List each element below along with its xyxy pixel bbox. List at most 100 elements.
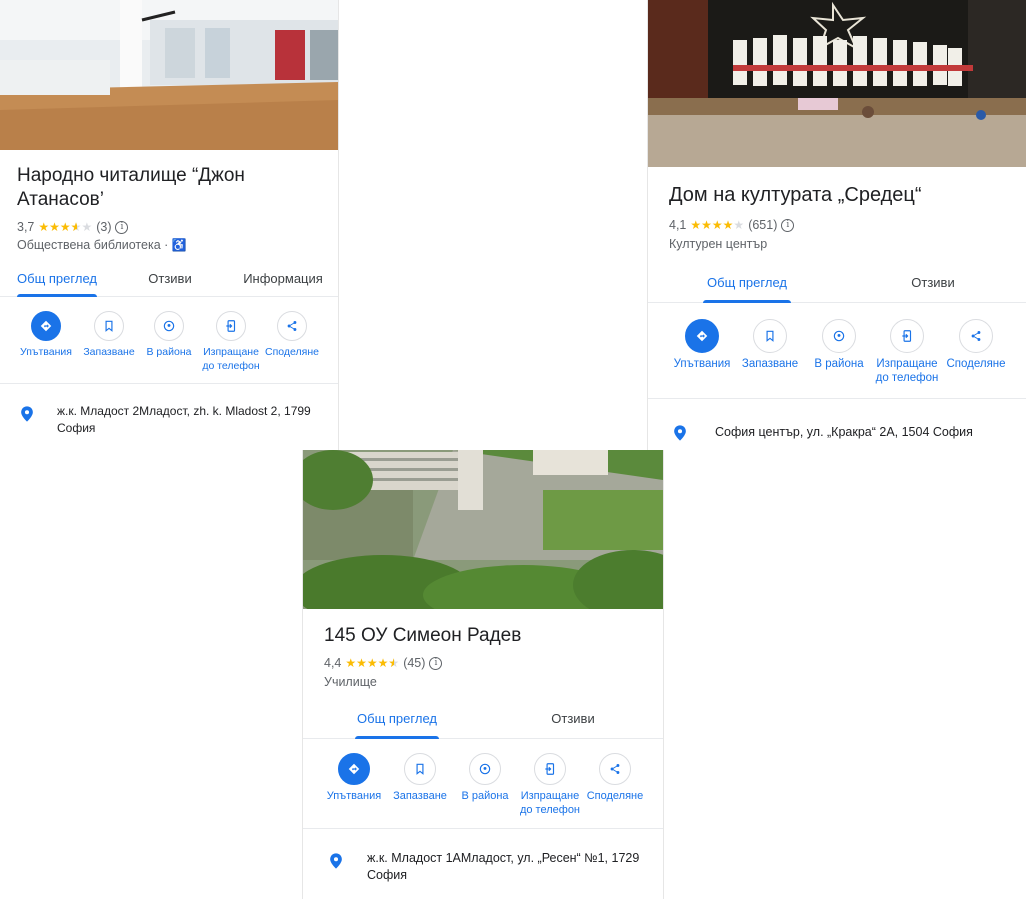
location-pin-icon: [674, 425, 686, 441]
place-photo[interactable]: [0, 0, 338, 150]
action-label: Споделяне: [946, 358, 1006, 370]
nearby-icon: [833, 330, 845, 342]
directions-icon: [40, 320, 52, 332]
nearby-button[interactable]: В района: [807, 319, 871, 371]
rating-row[interactable]: 3,7 ★★★★★★ (3) i: [17, 220, 129, 234]
action-label: В района: [146, 346, 192, 358]
star-rating: ★★★★★: [690, 218, 745, 232]
bookmark-icon: [105, 320, 113, 332]
review-count[interactable]: (651): [748, 218, 777, 232]
star-rating: ★★★★★★: [38, 220, 93, 234]
tab-bar: Общ преглед Отзиви: [648, 266, 1026, 303]
action-label: Запазване: [393, 790, 447, 802]
send-to-phone-button[interactable]: Изпращане до телефон: [519, 753, 581, 817]
rating-value: 4,4: [324, 656, 342, 670]
action-label: Запазване: [741, 358, 799, 370]
address-text: ж.к. Младост 2Младост, zh. k. Mladost 2,…: [57, 404, 311, 435]
tab-overview[interactable]: Общ преглед: [355, 710, 439, 739]
place-category[interactable]: Училище: [324, 675, 377, 689]
send-to-phone-icon: [226, 320, 236, 332]
location-pin-icon: [330, 853, 342, 869]
send-to-phone-icon: [545, 763, 555, 775]
place-card-chitalishte: Народно читалище “Джон Атанасов’ 3,7 ★★★…: [0, 0, 339, 450]
address-text: София център, ул. „Кракра“ 2А, 1504 Софи…: [715, 425, 973, 439]
action-label: до телефон: [519, 804, 581, 816]
tab-overview[interactable]: Общ преглед: [703, 274, 791, 303]
action-bar: Упътвания Запазване В района Изпращане д…: [0, 297, 338, 384]
directions-button[interactable]: Упътвания: [670, 319, 734, 371]
directions-button[interactable]: Упътвания: [17, 311, 75, 359]
review-count[interactable]: (3): [96, 220, 111, 234]
tab-label: Общ преглед: [357, 711, 437, 726]
save-button[interactable]: Запазване: [389, 753, 451, 803]
share-button[interactable]: Споделяне: [263, 311, 321, 359]
save-button[interactable]: Запазване: [738, 319, 802, 371]
tab-label: Отзиви: [911, 275, 955, 290]
place-category[interactable]: Обществена библиотека · ♿: [17, 238, 187, 252]
tab-label: Информация: [243, 271, 323, 286]
action-label: Споделяне: [586, 790, 644, 802]
send-to-phone-button[interactable]: Изпращане до телефон: [875, 319, 939, 385]
action-label: Запазване: [83, 346, 135, 358]
tab-label: Общ преглед: [707, 275, 787, 290]
action-label: Изпращане: [876, 358, 938, 370]
address-row[interactable]: София център, ул. „Кракра“ 2А, 1504 Софи…: [648, 424, 1026, 448]
info-icon[interactable]: i: [115, 220, 129, 234]
address-text: ж.к. Младост 1АМладост, ул. „Ресен“ №1, …: [367, 851, 640, 882]
tab-label: Отзиви: [551, 711, 595, 726]
place-title: Дом на културата „Средец“: [669, 184, 922, 206]
place-card-school: 145 ОУ Симеон Радев 4,4 ★★★★★★ (45) i Уч…: [302, 450, 664, 899]
category-label: Културен център: [669, 237, 768, 251]
share-button[interactable]: Споделяне: [944, 319, 1008, 371]
rating-value: 4,1: [669, 218, 687, 232]
place-card-sredets: Дом на културата „Средец“ 4,1 ★★★★★ (651…: [647, 0, 1026, 450]
wheelchair-icon: ♿: [171, 238, 187, 252]
action-label: В района: [814, 358, 864, 370]
star-rating: ★★★★★★: [345, 656, 400, 670]
tab-bar: Общ преглед Отзиви Информация: [0, 260, 338, 297]
nearby-button[interactable]: В района: [140, 311, 198, 359]
action-label: Упътвания: [326, 790, 382, 802]
address-row[interactable]: ж.к. Младост 1АМладост, ул. „Ресен“ №1, …: [303, 850, 663, 890]
rating-value: 3,7: [17, 220, 35, 234]
directions-icon: [348, 763, 360, 775]
place-title: Народно читалище “Джон Атанасов’: [17, 165, 245, 210]
tab-overview[interactable]: Общ преглед: [17, 270, 97, 297]
nearby-icon: [163, 320, 175, 332]
rating-row[interactable]: 4,4 ★★★★★★ (45) i: [324, 656, 443, 670]
share-icon: [610, 764, 620, 774]
bookmark-icon: [766, 330, 774, 342]
review-count[interactable]: (45): [403, 656, 425, 670]
send-to-phone-button[interactable]: Изпращане до телефон: [202, 311, 260, 373]
place-photo[interactable]: [303, 450, 663, 609]
category-label: Училище: [324, 675, 377, 689]
action-label: Изпращане: [203, 346, 259, 358]
address-row[interactable]: ж.к. Младост 2Младост, zh. k. Mladost 2,…: [0, 403, 338, 443]
tab-bar: Общ преглед Отзиви: [303, 702, 663, 739]
action-bar: Упътвания Запазване В района Изпращане д…: [648, 303, 1026, 399]
location-pin-icon: [21, 406, 33, 422]
action-label: Изпращане: [520, 790, 580, 802]
tab-label: Общ преглед: [17, 271, 97, 286]
share-icon: [287, 321, 297, 331]
directions-icon: [696, 330, 708, 342]
action-label: Упътвания: [20, 346, 72, 358]
category-label: Обществена библиотека: [17, 238, 161, 252]
action-label: Упътвания: [673, 358, 731, 370]
place-title: 145 ОУ Симеон Радев: [324, 625, 522, 646]
place-category[interactable]: Културен център: [669, 237, 767, 251]
nearby-button[interactable]: В района: [454, 753, 516, 803]
info-icon[interactable]: i: [429, 656, 443, 670]
info-icon[interactable]: i: [781, 218, 795, 232]
action-label: до телефон: [202, 360, 260, 372]
share-icon: [971, 331, 981, 341]
save-button[interactable]: Запазване: [80, 311, 138, 359]
rating-row[interactable]: 4,1 ★★★★★ (651) i: [669, 218, 795, 232]
action-label: В района: [461, 790, 509, 802]
tab-label: Отзиви: [148, 271, 192, 286]
share-button[interactable]: Споделяне: [584, 753, 646, 803]
directions-button[interactable]: Упътвания: [323, 753, 385, 803]
action-label: до телефон: [875, 372, 939, 384]
place-photo[interactable]: [648, 0, 1026, 167]
nearby-icon: [479, 763, 491, 775]
